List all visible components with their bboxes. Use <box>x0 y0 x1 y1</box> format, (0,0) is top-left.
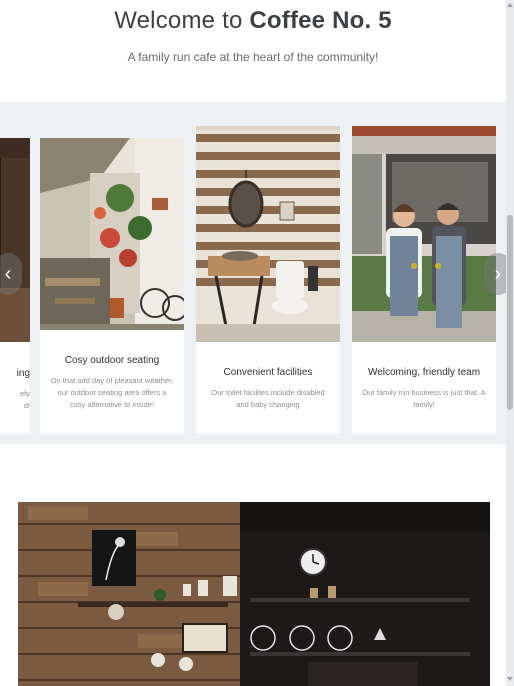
carousel-prev-button[interactable]: ‹ <box>0 253 22 295</box>
page-title-prefix: Welcome to <box>114 7 250 34</box>
page-scrollbar[interactable] <box>506 0 514 686</box>
hero-section: Welcome to Coffee No. 5 A family run caf… <box>0 0 506 102</box>
scroll-down-icon[interactable] <box>507 676 513 682</box>
card-text-outdoor-seating: On that odd day of pleasant weather, our… <box>50 376 174 409</box>
page-title: Welcome to Coffee No. 5 <box>0 7 506 35</box>
carousel-next-button[interactable]: › <box>484 253 506 295</box>
cafe-interior-image <box>18 502 490 686</box>
chevron-right-icon: › <box>494 263 502 285</box>
carousel-card-team[interactable]: Welcoming, friendly team Our family run … <box>352 126 496 434</box>
card-text-partial-1: efy <box>19 389 30 398</box>
carousel-card-outdoor-seating[interactable]: Cosy outdoor seating On that odd day of … <box>40 138 184 434</box>
page-subtitle: A family run cafe at the heart of the co… <box>127 50 379 64</box>
team-image <box>352 126 496 342</box>
card-title-outdoor-seating: Cosy outdoor seating <box>64 355 160 366</box>
scroll-up-icon[interactable] <box>507 2 513 8</box>
outdoor-seating-image <box>40 138 184 330</box>
facilities-image <box>196 126 340 342</box>
card-text-team: Our family run business is just that. A … <box>362 388 486 409</box>
card-image-partial <box>0 138 30 342</box>
page: Welcome to Coffee No. 5 A family run caf… <box>0 0 506 686</box>
chevron-left-icon: ‹ <box>4 263 12 285</box>
card-text-partial-2: d! <box>23 401 30 410</box>
card-title-partial: ing <box>16 368 30 379</box>
card-title-team: Welcoming, friendly team <box>367 367 481 378</box>
carousel-card-facilities[interactable]: Convenient facilities Our toilet facilit… <box>196 126 340 434</box>
interior-section <box>0 444 506 686</box>
card-title-facilities: Convenient facilities <box>223 367 313 378</box>
scrollbar-thumb[interactable] <box>507 215 513 410</box>
brand-name: Coffee No. 5 <box>249 7 392 34</box>
card-text-facilities: Our toilet facilites include disabled an… <box>211 388 325 409</box>
feature-carousel: ing efy d! Cosy outdoor seating On that … <box>0 102 506 444</box>
